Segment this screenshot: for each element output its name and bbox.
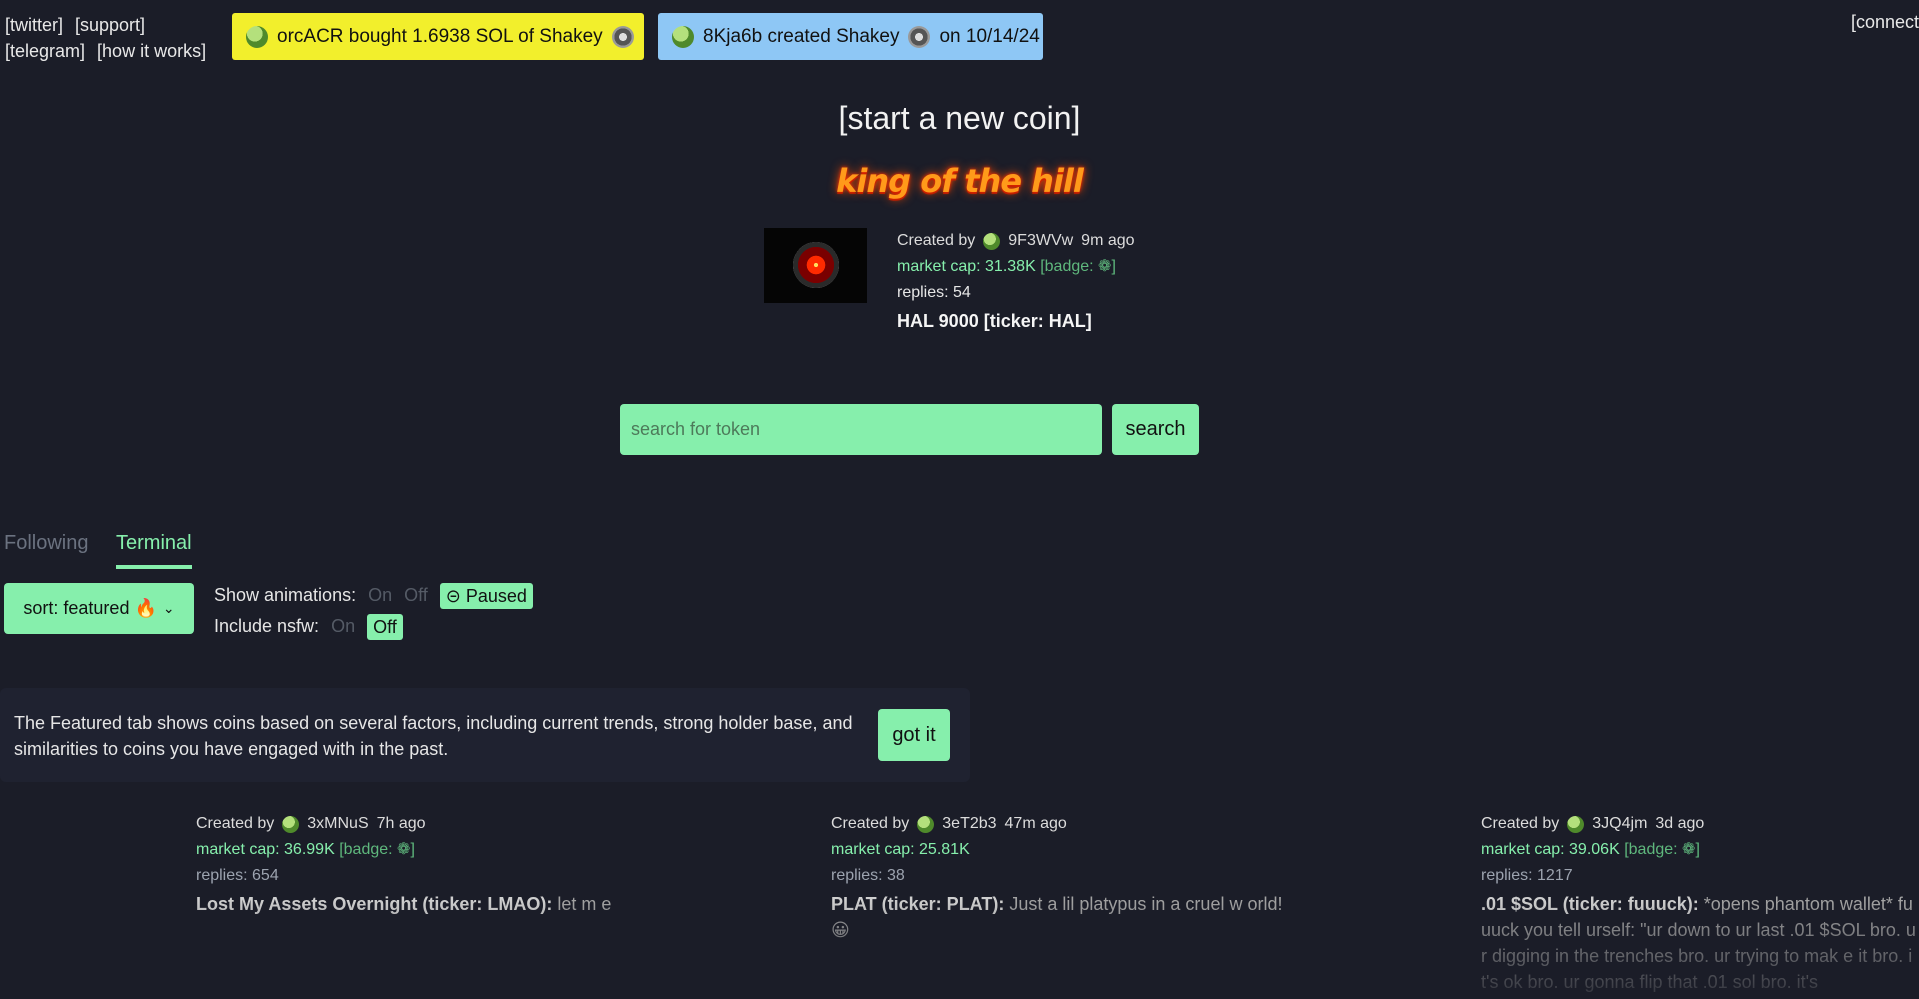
connect-wallet-button[interactable]: [connect — [1851, 12, 1919, 33]
market-cap-row: market cap: 31.38K [badge: ❁] — [897, 254, 1135, 280]
nsfw-off-toggle[interactable]: Off — [367, 613, 403, 640]
created-by-label: Created by — [196, 815, 275, 832]
start-new-coin-container: [start a new coin] — [0, 100, 1919, 137]
coin-title: PLAT (ticker: PLAT): — [831, 894, 1005, 914]
king-of-the-hill-card[interactable]: Created by 9F3WVw 9m ago market cap: 31.… — [764, 228, 1135, 334]
sort-dropdown[interactable]: sort: featured 🔥 ⌄ — [4, 583, 194, 634]
coin-desc-text: let m e — [552, 894, 612, 914]
search-input[interactable] — [620, 404, 1102, 455]
creator-avatar-icon — [917, 815, 935, 833]
hal-eye-icon — [793, 242, 839, 288]
start-new-coin-link[interactable]: [start a new coin] — [839, 100, 1081, 136]
display-toggles: Show animations: On Off ⊝ Paused Include… — [214, 580, 533, 642]
creator-name[interactable]: 3JQ4jm — [1592, 811, 1647, 837]
market-cap-row: market cap: 36.99K [badge: ❁] — [196, 837, 666, 863]
show-animations-label: Show animations: — [214, 585, 357, 605]
create-activity-text: 8Kja6b created Shakey — [703, 25, 900, 47]
replies-count: replies: 1217 — [1481, 867, 1573, 884]
market-cap: market cap: 31.38K — [897, 258, 1036, 275]
created-by-label: Created by — [831, 815, 910, 832]
created-by-label: Created by — [897, 232, 976, 249]
creator-name[interactable]: 9F3WVw — [1008, 228, 1073, 254]
sort-label: sort: featured 🔥 — [23, 598, 157, 618]
user-avatar-icon — [246, 25, 268, 48]
creator-row: Created by 3xMNuS 7h ago — [196, 811, 666, 837]
creator-name[interactable]: 3xMNuS — [307, 811, 368, 837]
coin-card[interactable]: Created by 3eT2b3 47m ago market cap: 25… — [831, 811, 1301, 943]
coin-image — [764, 228, 867, 303]
top-nav: [twitter] [support] [telegram] [how it w… — [5, 12, 206, 64]
badge: [badge: ❁] — [1624, 841, 1700, 858]
animations-paused-toggle[interactable]: ⊝ Paused — [439, 582, 533, 609]
market-cap: market cap: 36.99K — [196, 841, 335, 858]
featured-notice-text: The Featured tab shows coins based on se… — [14, 713, 853, 759]
animations-on-toggle[interactable]: On — [368, 580, 392, 611]
coin-card[interactable]: Created by 3JQ4jm 3d ago market cap: 39.… — [1481, 811, 1919, 999]
animations-off-toggle[interactable]: Off — [404, 580, 428, 611]
coin-name: HAL 9000 [ticker: HAL] — [897, 311, 1092, 331]
creator-avatar-icon — [983, 232, 1001, 250]
create-activity-banner[interactable]: 8Kja6b created Shakey on 10/14/24 — [658, 13, 1043, 60]
include-nsfw-label: Include nsfw: — [214, 616, 320, 636]
user-avatar-icon — [672, 25, 694, 48]
create-activity-date: on 10/14/24 — [939, 25, 1040, 47]
tab-following[interactable]: Following — [4, 532, 88, 555]
search-button[interactable]: search — [1112, 404, 1199, 455]
created-age: 9m ago — [1081, 232, 1135, 249]
tab-terminal[interactable]: Terminal — [116, 532, 192, 569]
king-info: Created by 9F3WVw 9m ago market cap: 31.… — [897, 228, 1135, 334]
featured-notice: The Featured tab shows coins based on se… — [0, 688, 970, 782]
nsfw-on-toggle[interactable]: On — [331, 611, 355, 642]
replies-count: replies: 54 — [897, 284, 971, 301]
coin-description: Lost My Assets Overnight (ticker: LMAO):… — [196, 891, 666, 917]
buy-activity-banner[interactable]: orcACR bought 1.6938 SOL of Shakey — [232, 13, 644, 60]
chevron-down-icon: ⌄ — [162, 600, 175, 616]
coin-description: .01 $SOL (ticker: fuuuck): *opens phanto… — [1481, 891, 1919, 995]
creator-row: Created by 3eT2b3 47m ago — [831, 811, 1301, 837]
creator-row: Created by 3JQ4jm 3d ago — [1481, 811, 1919, 837]
creator-name[interactable]: 3eT2b3 — [942, 811, 996, 837]
market-cap: market cap: 25.81K — [831, 841, 970, 858]
got-it-button[interactable]: got it — [878, 709, 950, 761]
market-cap: market cap: 39.06K — [1481, 841, 1620, 858]
coin-avatar-icon — [908, 25, 931, 48]
created-by-label: Created by — [1481, 815, 1560, 832]
king-of-the-hill-title: king of the hill — [836, 162, 1084, 200]
twitter-link[interactable]: [twitter] — [5, 12, 63, 38]
how-it-works-link[interactable]: [how it works] — [97, 38, 206, 64]
creator-avatar-icon — [282, 815, 300, 833]
created-age: 47m ago — [1004, 815, 1067, 832]
coin-avatar-icon — [611, 25, 634, 48]
created-age: 7h ago — [376, 815, 426, 832]
coin-title: .01 $SOL (ticker: fuuuck): — [1481, 894, 1699, 914]
created-age: 3d ago — [1655, 815, 1705, 832]
buy-activity-text: orcACR bought 1.6938 SOL of Shakey — [277, 25, 603, 47]
replies-count: replies: 654 — [196, 867, 279, 884]
coin-card[interactable]: Created by 3xMNuS 7h ago market cap: 36.… — [196, 811, 666, 917]
creator-avatar-icon — [1567, 815, 1585, 833]
market-cap-row: market cap: 39.06K [badge: ❁] — [1481, 837, 1919, 863]
badge: [badge: ❁] — [339, 841, 415, 858]
coin-description: PLAT (ticker: PLAT): Just a lil platypus… — [831, 891, 1301, 943]
telegram-link[interactable]: [telegram] — [5, 38, 85, 64]
market-cap-row: market cap: 25.81K — [831, 837, 1301, 863]
creator-row: Created by 9F3WVw 9m ago — [897, 228, 1135, 254]
replies-count: replies: 38 — [831, 867, 905, 884]
badge: [badge: ❁] — [1040, 258, 1116, 275]
coin-title: Lost My Assets Overnight (ticker: LMAO): — [196, 894, 553, 914]
support-link[interactable]: [support] — [75, 12, 145, 38]
